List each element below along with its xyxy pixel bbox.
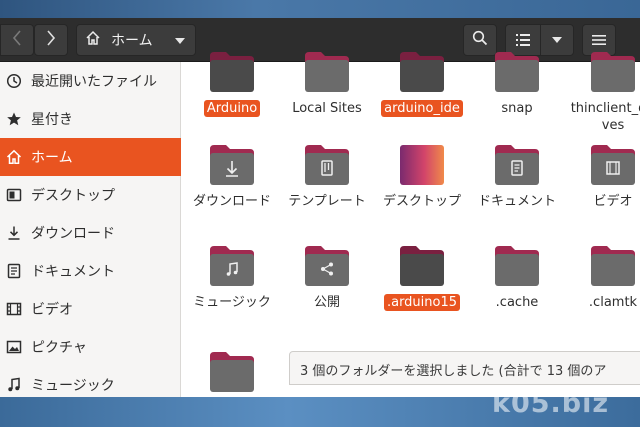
file-item[interactable]: ビデオ [565,141,640,210]
path-bar-home[interactable]: ホーム [76,24,196,56]
desktop-icon [6,187,22,203]
file-item[interactable]: 公開 [279,242,375,311]
file-name-label: thinclient_drives [570,101,640,133]
file-name-label: snap [501,101,533,116]
file-name-label: Local Sites [292,101,362,116]
sidebar-item-picture[interactable]: ピクチャ [0,328,181,366]
places-sidebar: 最近開いたファイル 星付きホームデスクトップ ダウンロード ドキュメント ビデオピクチャ… [0,62,181,397]
file-name-label: デスクトップ [382,194,461,209]
list-view-icon [516,31,530,50]
back-button[interactable] [0,24,34,56]
file-name-label: 公開 [313,295,340,310]
file-item[interactable]: arduino_ide [374,48,470,117]
file-name-label: ミュージック [193,295,271,310]
folder-icon [493,242,541,290]
sidebar-item-label: ドキュメント [31,264,115,280]
sidebar-item-label: ホーム [31,150,73,166]
sidebar-item-star[interactable]: 星付き [0,100,181,138]
download-icon [6,225,22,241]
file-item[interactable]: Local Sites [279,48,375,117]
file-item[interactable]: Arduino [184,48,280,117]
status-text: 3 個のフォルダーを選択しました (合計で 13 個のア [300,364,607,379]
desktop-background-top [0,0,640,18]
sidebar-item-label: 最近開いたファイル [31,74,157,90]
folder-icon [493,48,541,96]
sidebar-item-label: ビデオ [31,302,73,318]
sidebar-item-document[interactable]: ドキュメント [0,252,181,290]
folder-icon [589,48,637,96]
folder-icon [398,242,446,290]
document-icon [6,263,22,279]
file-name-label: Arduino [203,100,261,117]
picture-icon [6,339,22,355]
triangle-down-icon [552,37,562,43]
file-item[interactable]: ミュージック [184,242,280,311]
forward-button[interactable] [34,24,68,56]
sidebar-item-label: ミュージック [31,378,115,394]
file-item[interactable]: .arduino15 [374,242,470,311]
file-item[interactable]: .clamtk [565,242,640,311]
file-item[interactable]: snap [469,48,565,117]
folder-icon [398,48,446,96]
sidebar-item-clock[interactable]: 最近開いたファイル [0,62,181,100]
file-name-label: .arduino15 [383,294,461,311]
file-item[interactable]: thinclient_drives [565,48,640,134]
sidebar-item-desktop[interactable]: デスクトップ [0,176,181,214]
watermark: k05.biz [492,388,610,419]
chevron-left-icon [12,30,22,50]
music-folder-icon [208,242,256,290]
path-label: ホーム [111,33,153,49]
folder-icon [589,242,637,290]
folder-icon [208,348,256,396]
template-folder-icon [303,141,351,189]
music-icon [6,377,22,393]
file-grid: Arduino Local Sites arduino_ide snap thincli… [181,52,640,397]
sidebar-item-video[interactable]: ビデオ [0,290,181,328]
file-name-label: ドキュメント [477,194,556,209]
file-name-label: .cache [495,295,539,310]
download-folder-icon [208,141,256,189]
file-item[interactable]: デスクトップ [374,141,470,210]
video-icon [6,301,22,317]
search-icon [472,30,488,50]
file-name-label: ビデオ [593,194,633,209]
file-manager-window: ホーム 最近開いたファイル 星付き ホーム デスクトップ ダウンロード ドキュメント ビデオ… [0,18,640,397]
sidebar-item-label: 星付き [31,112,73,128]
document-folder-icon [493,141,541,189]
sidebar-item-home[interactable]: ホーム [0,138,181,176]
chevron-down-icon [175,38,185,44]
sidebar-item-download[interactable]: ダウンロード [0,214,181,252]
file-name-label: ダウンロード [192,194,271,209]
star-icon [6,111,22,127]
file-item[interactable]: テンプレート [279,141,375,210]
file-item[interactable]: ドキュメント [469,141,565,210]
file-name-label: .clamtk [588,295,638,310]
desktop-folder-icon [398,141,446,189]
chevron-right-icon [46,30,56,50]
sidebar-item-music[interactable]: ミュージック [0,366,181,397]
file-name-label: テンプレート [288,194,366,209]
file-item[interactable] [184,348,280,396]
folder-icon [208,48,256,96]
file-name-label: arduino_ide [381,100,463,117]
home-icon [85,30,101,50]
sidebar-item-label: デスクトップ [31,188,115,204]
share-folder-icon [303,242,351,290]
sidebar-item-label: ダウンロード [31,226,115,242]
clock-icon [6,73,22,89]
folder-icon [303,48,351,96]
home-icon [6,149,22,165]
video-folder-icon [589,141,637,189]
sidebar-item-label: ピクチャ [31,340,87,356]
selection-status-bar: 3 個のフォルダーを選択しました (合計で 13 個のア [289,351,640,385]
file-item[interactable]: ダウンロード [184,141,280,210]
hamburger-menu-icon [592,31,606,50]
file-item[interactable]: .cache [469,242,565,311]
